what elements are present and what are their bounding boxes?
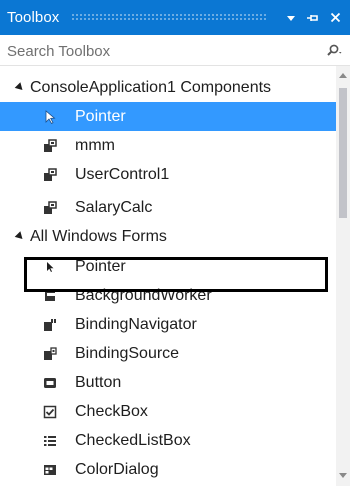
toolbox-item-colordialog[interactable]: ColorDialog: [0, 455, 336, 484]
pointer-icon: [47, 262, 54, 272]
item-label: mmm: [75, 136, 115, 154]
toolbox-item-usercontrol1[interactable]: UserControl1: [0, 160, 336, 189]
item-label: Button: [75, 373, 122, 391]
window-position-button[interactable]: [280, 6, 302, 30]
scroll-down-arrow-icon[interactable]: [339, 473, 347, 478]
item-label: UserControl1: [75, 165, 170, 183]
item-label: BindingNavigator: [75, 315, 197, 333]
toolbox-item-bindingnavigator[interactable]: BindingNavigator: [0, 310, 336, 339]
toolbox-item-backgroundworker[interactable]: BackgroundWorker: [0, 281, 336, 310]
item-label: SalaryCalc: [75, 198, 153, 216]
item-label: BindingSource: [75, 344, 180, 362]
color-dialog-icon: [44, 465, 56, 475]
scrollbar-thumb[interactable]: [339, 88, 347, 218]
expanded-arrow-icon[interactable]: [14, 82, 26, 93]
scroll-up-arrow-icon[interactable]: [339, 73, 347, 78]
toolbox-item-mmm[interactable]: mmm: [0, 131, 336, 160]
search-toolbox-input[interactable]: [7, 42, 307, 60]
binding-navigator-icon: [44, 319, 56, 331]
search-options-button[interactable]: [326, 44, 342, 58]
background-worker-icon: [45, 291, 55, 301]
toolbox-item-pointer[interactable]: Pointer: [0, 102, 336, 131]
expanded-arrow-icon[interactable]: [14, 231, 26, 242]
item-label: Pointer: [75, 107, 126, 125]
checked-list-box-icon: [44, 436, 56, 446]
item-label: BackgroundWorker: [75, 286, 212, 304]
button-icon: [44, 378, 56, 388]
window-title: Toolbox: [7, 9, 60, 26]
component-icon: [44, 201, 57, 214]
pointer-icon: [45, 110, 56, 125]
item-label: ColorDialog: [75, 460, 159, 478]
toolbox-tree: ConsoleApplication1 Components Pointer m…: [0, 66, 336, 486]
group-label: All Windows Forms: [30, 227, 167, 245]
item-label: CheckedListBox: [75, 431, 191, 449]
binding-source-icon: [44, 347, 57, 360]
toolbox-item-pointer-forms[interactable]: Pointer: [0, 252, 336, 281]
vertical-scrollbar[interactable]: [336, 66, 350, 486]
item-label: Pointer: [75, 257, 126, 275]
toolbox-item-checkbox[interactable]: CheckBox: [0, 397, 336, 426]
auto-hide-pin-button[interactable]: [302, 6, 324, 30]
close-button[interactable]: [324, 6, 346, 30]
group-all-windows-forms[interactable]: All Windows Forms: [0, 222, 336, 251]
pin-icon: [307, 14, 318, 21]
item-label: CheckBox: [75, 402, 148, 420]
group-label: ConsoleApplication1 Components: [30, 78, 272, 96]
close-icon: [330, 12, 340, 23]
group-console-application-components[interactable]: ConsoleApplication1 Components: [0, 73, 336, 102]
checkbox-icon: [43, 405, 57, 419]
toolbox-title-bar: Toolbox: [0, 0, 350, 35]
toolbox-item-checkedlistbox[interactable]: CheckedListBox: [0, 426, 336, 455]
toolbox-item-bindingsource[interactable]: BindingSource: [0, 339, 336, 368]
toolbox-item-button[interactable]: Button: [0, 368, 336, 397]
title-grip-pattern[interactable]: [71, 13, 268, 22]
search-toolbox-bar: [0, 37, 350, 66]
search-icon: [327, 44, 342, 56]
component-icon: [44, 168, 57, 181]
chevron-down-icon: [287, 15, 295, 21]
component-icon: [44, 139, 57, 152]
toolbox-item-salarycalc[interactable]: SalaryCalc: [0, 193, 336, 222]
